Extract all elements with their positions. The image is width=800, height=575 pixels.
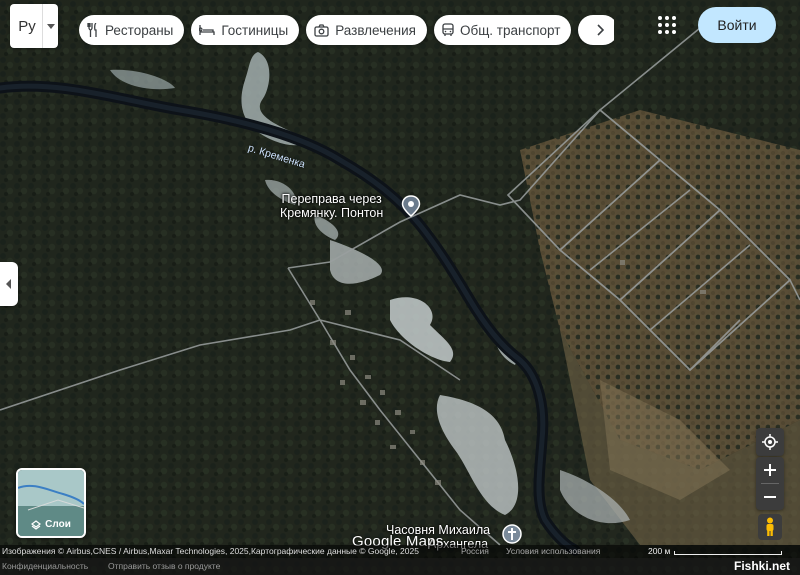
bus-icon xyxy=(442,23,454,36)
privacy-link[interactable]: Конфиденциальность xyxy=(2,561,88,571)
bed-icon xyxy=(199,25,216,35)
my-location-button[interactable] xyxy=(756,428,784,456)
chevron-left-icon xyxy=(6,279,11,289)
category-chips: Рестораны Гостиницы Развлечения Общ. тра… xyxy=(79,15,614,45)
chip-entertainment[interactable]: Развлечения xyxy=(306,15,427,45)
watermark: Fishki.net xyxy=(734,559,791,573)
chip-label: Рестораны xyxy=(105,22,174,38)
scale-bar xyxy=(674,551,782,555)
layers-button[interactable]: Слои xyxy=(16,468,86,538)
language-selector[interactable]: Ру xyxy=(10,4,58,48)
attribution-text: Изображения © Airbus,CNES / Airbus,Maxar… xyxy=(2,546,419,556)
location-pin-icon[interactable] xyxy=(401,195,421,217)
footer-links-bar: Конфиденциальность Отправить отзыв о про… xyxy=(0,558,800,575)
collapse-panel-button[interactable] xyxy=(0,262,18,306)
scale-label[interactable]: 200 м xyxy=(648,546,670,556)
chip-label: Общ. транспорт xyxy=(459,22,561,38)
place-label-crossing[interactable]: Переправа через Кремянку. Понтон xyxy=(280,192,383,220)
minus-icon xyxy=(764,496,776,498)
map-footer: Изображения © Airbus,CNES / Airbus,Maxar… xyxy=(0,545,800,575)
pegman-icon[interactable] xyxy=(758,514,782,540)
crosshair-icon xyxy=(762,434,778,450)
chip-label: Развлечения xyxy=(335,22,416,38)
fork-knife-icon xyxy=(87,23,97,37)
zoom-out-button[interactable] xyxy=(756,484,784,510)
chip-label: Гостиницы xyxy=(221,22,289,38)
place-name-line2: Кремянку. Понтон xyxy=(280,206,384,220)
chevron-right-icon xyxy=(590,17,614,43)
place-name-line1: Переправа через xyxy=(281,192,382,206)
dropdown-arrow-icon[interactable] xyxy=(43,23,58,29)
cross-pin-icon[interactable] xyxy=(502,524,522,544)
layers-icon xyxy=(31,519,42,530)
signin-button[interactable]: Войти xyxy=(698,7,776,43)
attribution-bar: Изображения © Airbus,CNES / Airbus,Maxar… xyxy=(0,545,800,558)
plus-icon xyxy=(764,464,776,476)
chip-restaurants[interactable]: Рестораны xyxy=(79,15,185,45)
country-link[interactable]: Россия xyxy=(461,546,489,556)
layers-label: Слои xyxy=(45,519,71,530)
terms-link[interactable]: Условия использования xyxy=(506,546,600,556)
language-label: Ру xyxy=(18,17,36,35)
feedback-link[interactable]: Отправить отзыв о продукте xyxy=(108,561,220,571)
zoom-controls xyxy=(756,457,784,510)
chip-hotels[interactable]: Гостиницы xyxy=(191,15,300,45)
satellite-map[interactable] xyxy=(0,0,800,575)
layers-label-row: Слои xyxy=(18,519,84,530)
camera-icon xyxy=(314,23,329,37)
apps-grid-icon[interactable] xyxy=(658,16,676,34)
chips-scroll-right[interactable] xyxy=(578,15,614,45)
zoom-in-button[interactable] xyxy=(756,457,784,483)
chip-transit[interactable]: Общ. транспорт xyxy=(433,15,572,45)
